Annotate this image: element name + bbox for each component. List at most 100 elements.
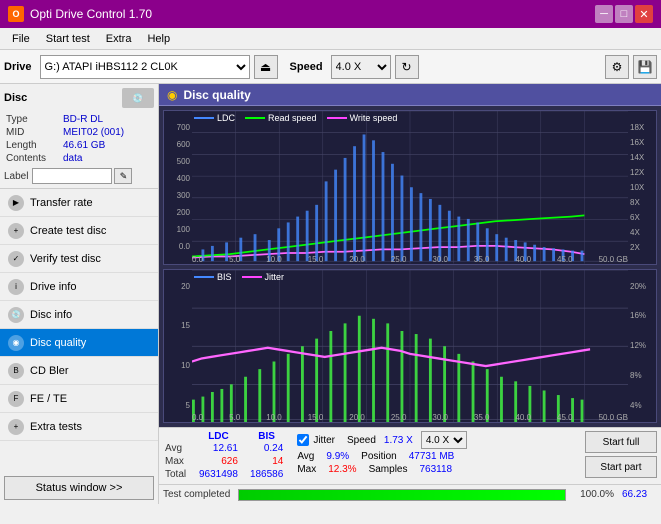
disc-type-label: Type [6, 114, 61, 125]
avg-bis-value: 0.24 [244, 442, 289, 455]
jitter-label: Jitter [313, 435, 335, 446]
jitter-legend-label: Jitter [265, 272, 285, 282]
sidebar-item-drive-info[interactable]: i Drive info [0, 273, 158, 301]
jitter-avg-row: Avg 9.9% Position 47731 MB [297, 451, 467, 462]
sidebar-item-disc-quality[interactable]: ◉ Disc quality [0, 329, 158, 357]
sidebar-item-fe-te-label: FE / TE [30, 393, 67, 405]
sidebar-item-drive-info-label: Drive info [30, 281, 76, 293]
menu-file[interactable]: File [4, 31, 38, 47]
sidebar-item-create-test-disc-label: Create test disc [30, 225, 106, 237]
label-input[interactable] [32, 168, 112, 184]
ldc-legend-dot [194, 117, 214, 119]
sidebar-item-verify-test-disc-label: Verify test disc [30, 253, 101, 265]
sidebar-item-disc-info-label: Disc info [30, 309, 72, 321]
disc-mid-value: MEIT02 (001) [63, 127, 152, 138]
avg-row: Avg 12.61 0.24 [163, 442, 289, 455]
extra-tests-icon: + [8, 419, 24, 435]
jitter-header-row: Jitter Speed 1.73 X 4.0 X [297, 431, 467, 449]
ldc-bis-stats-table: LDC BIS Avg 12.61 0.24 Max 626 [163, 431, 289, 481]
sidebar-item-disc-quality-label: Disc quality [30, 337, 86, 349]
sidebar-item-fe-te[interactable]: F FE / TE [0, 385, 158, 413]
disc-type-value: BD-R DL [63, 114, 152, 125]
menubar: File Start test Extra Help [0, 28, 661, 50]
sidebar-item-extra-tests[interactable]: + Extra tests [0, 413, 158, 441]
drive-info-icon: i [8, 279, 24, 295]
position-value: 47731 MB [409, 451, 455, 462]
total-ldc-value: 9631498 [193, 468, 244, 481]
sidebar: Disc 💿 Type BD-R DL MID MEIT02 (001) Len… [0, 84, 159, 504]
bis-legend: BIS Jitter [194, 272, 284, 282]
samples-label: Samples [369, 464, 408, 475]
speed-select[interactable]: 4.0 X [331, 55, 391, 79]
ldc-chart-svg [192, 111, 628, 264]
content-header: ◉ Disc quality [159, 84, 661, 106]
start-part-button[interactable]: Start part [585, 456, 657, 478]
progress-fill [239, 490, 565, 500]
jitter-speed-stats: Jitter Speed 1.73 X 4.0 X Avg 9.9% Posit… [297, 431, 467, 475]
speed-label: Speed [290, 61, 323, 73]
titlebar: O Opti Drive Control 1.70 ─ □ ✕ [0, 0, 661, 28]
progress-label: Test completed [163, 489, 230, 500]
ldc-col-header: LDC [193, 431, 244, 442]
content-header-title: Disc quality [183, 88, 250, 102]
sidebar-menu: ▶ Transfer rate + Create test disc ✓ Ver… [0, 189, 158, 472]
disc-contents-row: Contents data [6, 153, 152, 164]
bis-x-labels: 0.0 5.0 10.0 15.0 20.0 25.0 30.0 35.0 40… [192, 413, 628, 422]
disc-mid-label: MID [6, 127, 61, 138]
speed-stat-select[interactable]: 4.0 X [421, 431, 467, 449]
drive-label: Drive [4, 61, 32, 73]
bis-y-labels-left: 20 15 10 5 [164, 282, 192, 411]
cd-bler-icon: B [8, 363, 24, 379]
menu-start-test[interactable]: Start test [38, 31, 98, 47]
disc-contents-value: data [63, 153, 152, 164]
minimize-button[interactable]: ─ [595, 5, 613, 23]
sidebar-item-create-test-disc[interactable]: + Create test disc [0, 217, 158, 245]
bottom-stats-area: LDC BIS Avg 12.61 0.24 Max 626 [159, 427, 661, 484]
label-row: Label ✎ [4, 168, 154, 184]
write-speed-legend-dot [327, 117, 347, 119]
disc-contents-label: Contents [6, 153, 61, 164]
avg-label: Avg [163, 442, 193, 455]
bis-chart-svg [192, 270, 628, 423]
disc-type-row: Type BD-R DL [6, 114, 152, 125]
legend-read-speed: Read speed [245, 113, 317, 123]
close-button[interactable]: ✕ [635, 5, 653, 23]
progress-bar [238, 489, 566, 501]
jitter-checkbox[interactable] [297, 434, 309, 446]
menu-extra[interactable]: Extra [98, 31, 140, 47]
read-speed-legend-label: Read speed [268, 113, 317, 123]
avg-ldc-value: 12.61 [193, 442, 244, 455]
status-window-button[interactable]: Status window >> [4, 476, 154, 500]
sidebar-item-cd-bler[interactable]: B CD Bler [0, 357, 158, 385]
disc-mid-row: MID MEIT02 (001) [6, 127, 152, 138]
ldc-legend-label: LDC [217, 113, 235, 123]
refresh-button[interactable]: ↻ [395, 55, 419, 79]
legend-ldc: LDC [194, 113, 235, 123]
max-row: Max 626 14 [163, 455, 289, 468]
create-test-disc-icon: + [8, 223, 24, 239]
disc-icon: 💿 [122, 88, 154, 108]
jitter-max-row: Max 12.3% Samples 763118 [297, 464, 467, 475]
app-icon: O [8, 6, 24, 22]
sidebar-item-disc-info[interactable]: 💿 Disc info [0, 301, 158, 329]
sidebar-item-transfer-rate[interactable]: ▶ Transfer rate [0, 189, 158, 217]
progress-bar-container: Test completed 100.0% 66.23 [159, 484, 661, 504]
disc-section: Disc 💿 Type BD-R DL MID MEIT02 (001) Len… [0, 84, 158, 189]
ldc-x-labels: 0.0 5.0 10.0 15.0 20.0 25.0 30.0 35.0 40… [192, 255, 628, 264]
label-edit-button[interactable]: ✎ [114, 168, 132, 184]
menu-help[interactable]: Help [139, 31, 178, 47]
disc-header: Disc 💿 [4, 88, 154, 108]
legend-bis: BIS [194, 272, 232, 282]
start-full-button[interactable]: Start full [585, 431, 657, 453]
bottom-controls-row: LDC BIS Avg 12.61 0.24 Max 626 [163, 431, 657, 481]
maximize-button[interactable]: □ [615, 5, 633, 23]
sidebar-item-transfer-rate-label: Transfer rate [30, 197, 93, 209]
drive-select[interactable]: G:) ATAPI iHBS112 2 CL0K [40, 55, 250, 79]
save-button[interactable]: 💾 [633, 55, 657, 79]
samples-value: 763118 [419, 464, 452, 475]
label-field-label: Label [4, 171, 28, 182]
sidebar-item-verify-test-disc[interactable]: ✓ Verify test disc [0, 245, 158, 273]
config-button[interactable]: ⚙ [605, 55, 629, 79]
eject-button[interactable]: ⏏ [254, 55, 278, 79]
total-bis-value: 186586 [244, 468, 289, 481]
